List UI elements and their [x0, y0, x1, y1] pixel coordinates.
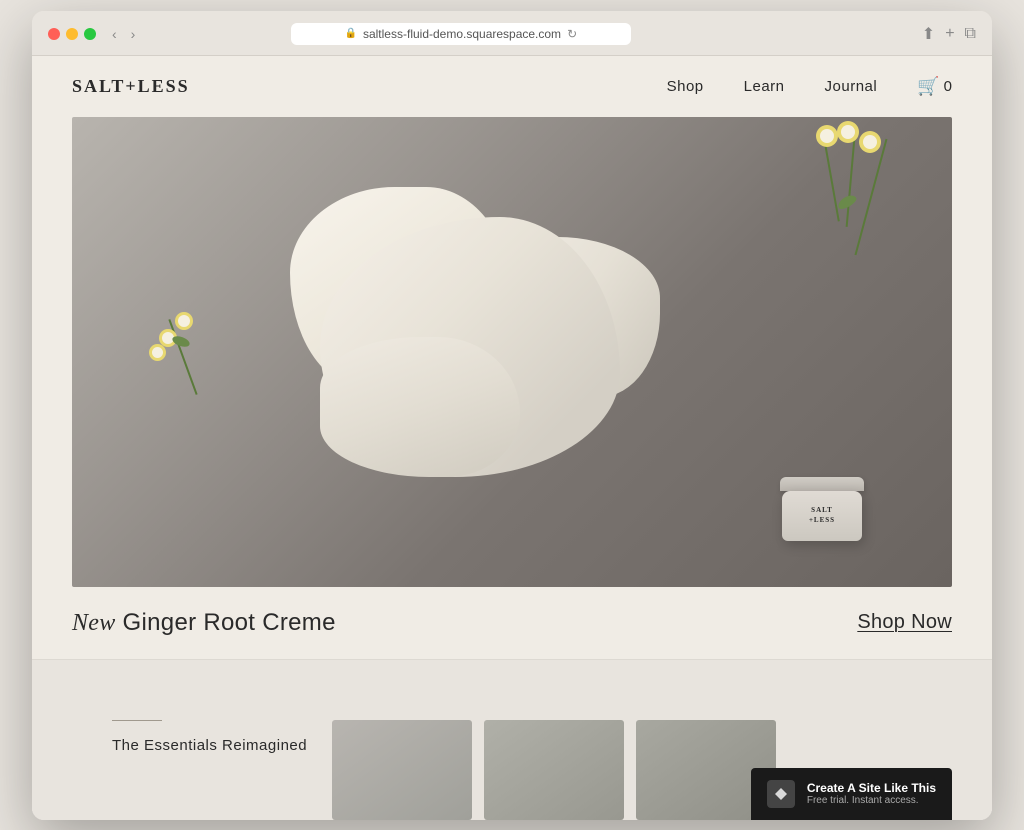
lock-icon: 🔒	[345, 28, 357, 39]
cart-icon-wrap[interactable]: 🛒 0	[917, 76, 952, 97]
product-jar: SALT +LESS	[782, 477, 862, 537]
cart-count: 0	[944, 78, 952, 95]
address-bar[interactable]: 🔒 saltless-fluid-demo.squarespace.com ↻	[291, 23, 631, 45]
jar-label: SALT +LESS	[809, 506, 835, 524]
hero-title-italic: New	[72, 610, 116, 636]
essentials-text-col: The Essentials Reimagined	[112, 720, 332, 754]
site-logo[interactable]: SALT+LESS	[72, 76, 190, 97]
jar-body: SALT +LESS	[782, 491, 862, 541]
flower-stem-2	[846, 127, 857, 227]
flower-head-left-3	[152, 347, 163, 358]
minimize-button[interactable]	[66, 28, 78, 40]
nav-journal[interactable]: Journal	[825, 78, 878, 95]
nav-links: Shop Learn Journal 🛒 0	[667, 76, 952, 97]
traffic-lights	[48, 28, 96, 40]
site-nav: SALT+LESS Shop Learn Journal 🛒 0	[32, 56, 992, 117]
browser-chrome: ‹ › 🔒 saltless-fluid-demo.squarespace.co…	[32, 11, 992, 56]
flower-stem-left-1	[168, 319, 197, 395]
browser-actions: ⬆ + ⧉	[922, 24, 976, 44]
hero-title: New Ginger Root Creme	[72, 609, 336, 637]
flower-head-1	[863, 135, 877, 149]
squarespace-title: Create A Site Like This	[807, 781, 936, 795]
squarespace-icon	[767, 780, 795, 808]
cart-icon: 🛒	[917, 76, 939, 97]
new-tab-button[interactable]: +	[945, 24, 954, 44]
leaf-left	[171, 334, 191, 349]
browser-window: ‹ › 🔒 saltless-fluid-demo.squarespace.co…	[32, 11, 992, 820]
tabs-button[interactable]: ⧉	[965, 24, 976, 44]
squarespace-text: Create A Site Like This Free trial. Inst…	[807, 781, 936, 806]
flower-stem-3	[822, 132, 840, 221]
squarespace-banner[interactable]: Create A Site Like This Free trial. Inst…	[751, 768, 952, 820]
hero-image: SALT +LESS	[72, 117, 952, 587]
shop-now-link[interactable]: Shop Now	[857, 611, 952, 634]
foam-sculpture	[260, 157, 680, 537]
essentials-title: The Essentials Reimagined	[112, 737, 312, 754]
essentials-divider	[112, 720, 162, 721]
browser-controls: ‹ ›	[108, 24, 139, 44]
flower-head-left-1	[178, 315, 190, 327]
close-button[interactable]	[48, 28, 60, 40]
squarespace-subtitle: Free trial. Instant access.	[807, 795, 936, 806]
forward-button[interactable]: ›	[127, 24, 140, 44]
hero-title-rest: Ginger Root Creme	[116, 609, 336, 636]
maximize-button[interactable]	[84, 28, 96, 40]
nav-shop[interactable]: Shop	[667, 78, 704, 95]
hero-image-wrap: SALT +LESS	[72, 117, 952, 587]
flower-head-3	[820, 129, 834, 143]
hero-caption: New Ginger Root Creme Shop Now	[32, 587, 992, 660]
foam-piece-3	[320, 337, 520, 477]
jar-lid	[780, 477, 864, 491]
product-thumb-1[interactable]	[332, 720, 472, 820]
flower-stem-1	[855, 138, 888, 254]
site-content: SALT+LESS Shop Learn Journal 🛒 0	[32, 56, 992, 820]
product-thumb-2[interactable]	[484, 720, 624, 820]
lower-section-wrap: The Essentials Reimagined Create A Site …	[32, 660, 992, 820]
share-button[interactable]: ⬆	[922, 24, 935, 44]
flower-head-2	[841, 125, 855, 139]
nav-learn[interactable]: Learn	[744, 78, 785, 95]
url-text: saltless-fluid-demo.squarespace.com	[363, 27, 561, 41]
back-button[interactable]: ‹	[108, 24, 121, 44]
reload-icon[interactable]: ↻	[567, 27, 577, 41]
